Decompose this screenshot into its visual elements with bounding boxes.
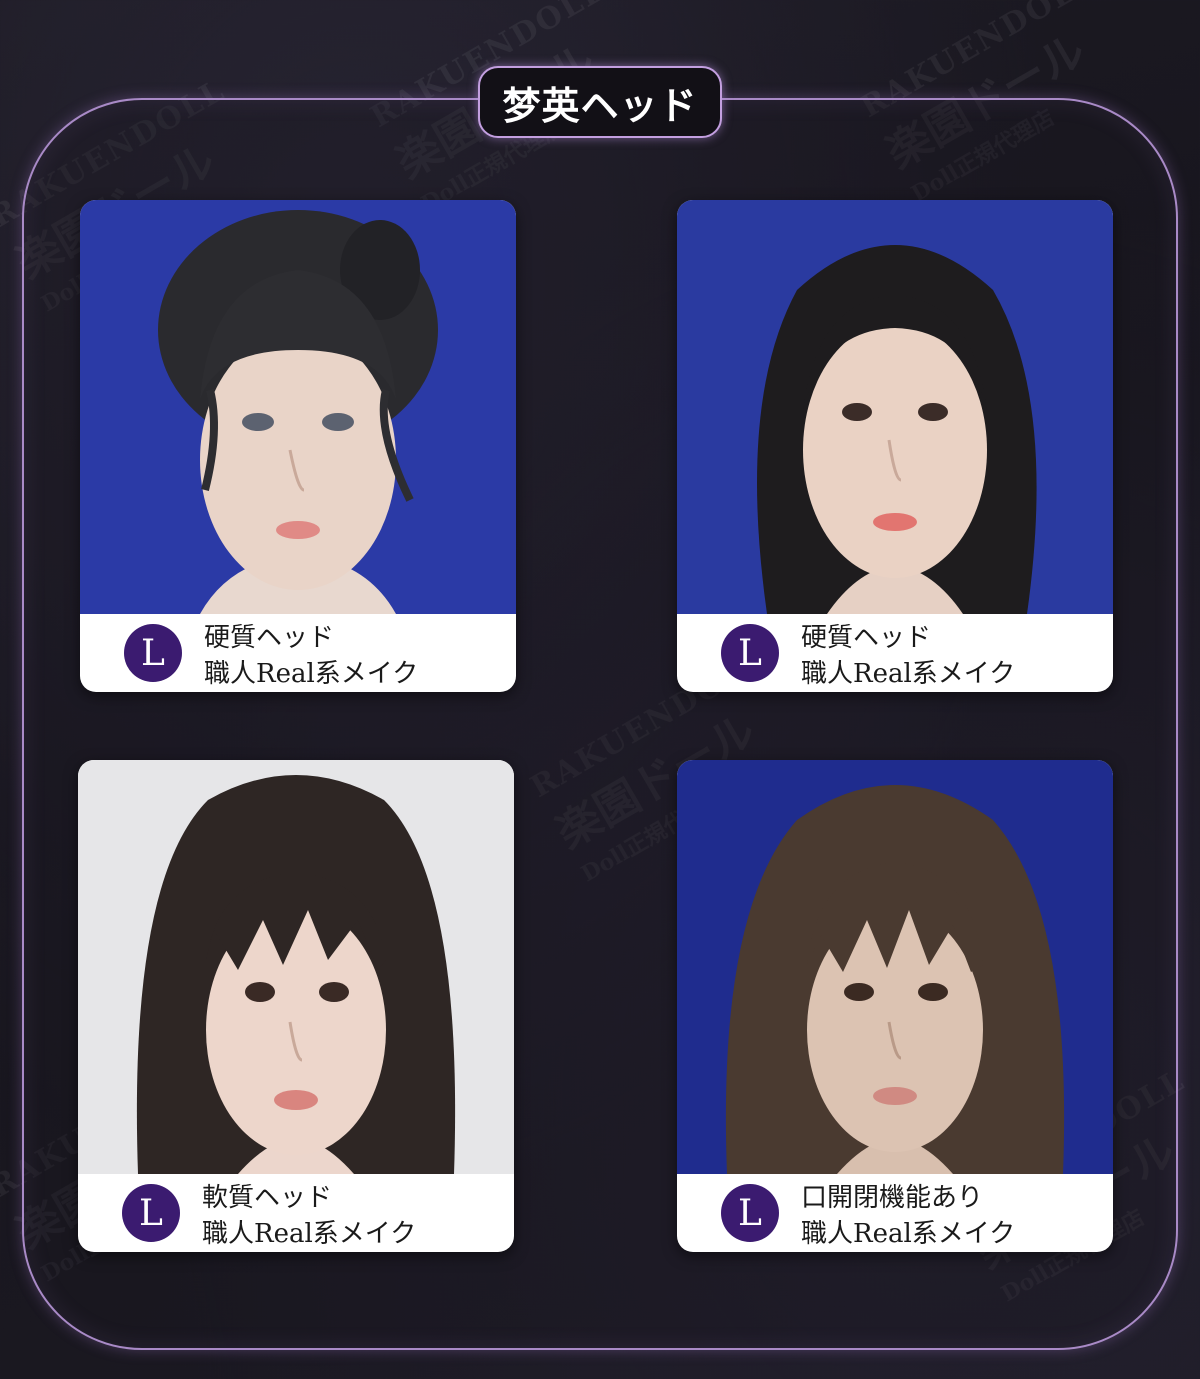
section-title-badge: 梦英ヘッド xyxy=(478,66,722,138)
makeup-label: 職人Real系メイク xyxy=(202,1219,417,1249)
caption-text: 硬質ヘッド 職人Real系メイク xyxy=(204,620,418,692)
head-type-label: 硬質ヘッド xyxy=(204,623,335,653)
head-type-label: 軟質ヘッド xyxy=(202,1183,333,1213)
caption-text: 口開閉機能あり 職人Real系メイク xyxy=(801,1180,1015,1252)
size-badge: L xyxy=(122,1184,180,1242)
head-photo xyxy=(677,760,1113,1174)
card-caption: L 硬質ヘッド 職人Real系メイク xyxy=(80,614,516,692)
size-badge: L xyxy=(124,624,182,682)
card-caption: L 硬質ヘッド 職人Real系メイク xyxy=(677,614,1113,692)
head-card[interactable]: L 軟質ヘッド 職人Real系メイク xyxy=(78,760,514,1252)
makeup-label: 職人Real系メイク xyxy=(204,659,419,689)
caption-text: 軟質ヘッド 職人Real系メイク xyxy=(202,1180,416,1252)
makeup-label: 職人Real系メイク xyxy=(801,1219,1016,1249)
head-card[interactable]: L 口開閉機能あり 職人Real系メイク xyxy=(677,760,1113,1252)
size-badge: L xyxy=(721,1184,779,1242)
size-badge: L xyxy=(721,624,779,682)
head-type-label: 硬質ヘッド xyxy=(801,623,932,653)
head-card[interactable]: L 硬質ヘッド 職人Real系メイク xyxy=(80,200,516,692)
card-caption: L 軟質ヘッド 職人Real系メイク xyxy=(78,1174,514,1252)
head-card[interactable]: L 硬質ヘッド 職人Real系メイク xyxy=(677,200,1113,692)
head-photo xyxy=(78,760,514,1174)
head-photo xyxy=(677,200,1113,614)
caption-text: 硬質ヘッド 職人Real系メイク xyxy=(801,620,1015,692)
head-photo xyxy=(80,200,516,614)
head-type-label: 口開閉機能あり xyxy=(801,1183,984,1213)
card-caption: L 口開閉機能あり 職人Real系メイク xyxy=(677,1174,1113,1252)
section-title: 梦英ヘッド xyxy=(502,83,698,128)
makeup-label: 職人Real系メイク xyxy=(801,659,1016,689)
